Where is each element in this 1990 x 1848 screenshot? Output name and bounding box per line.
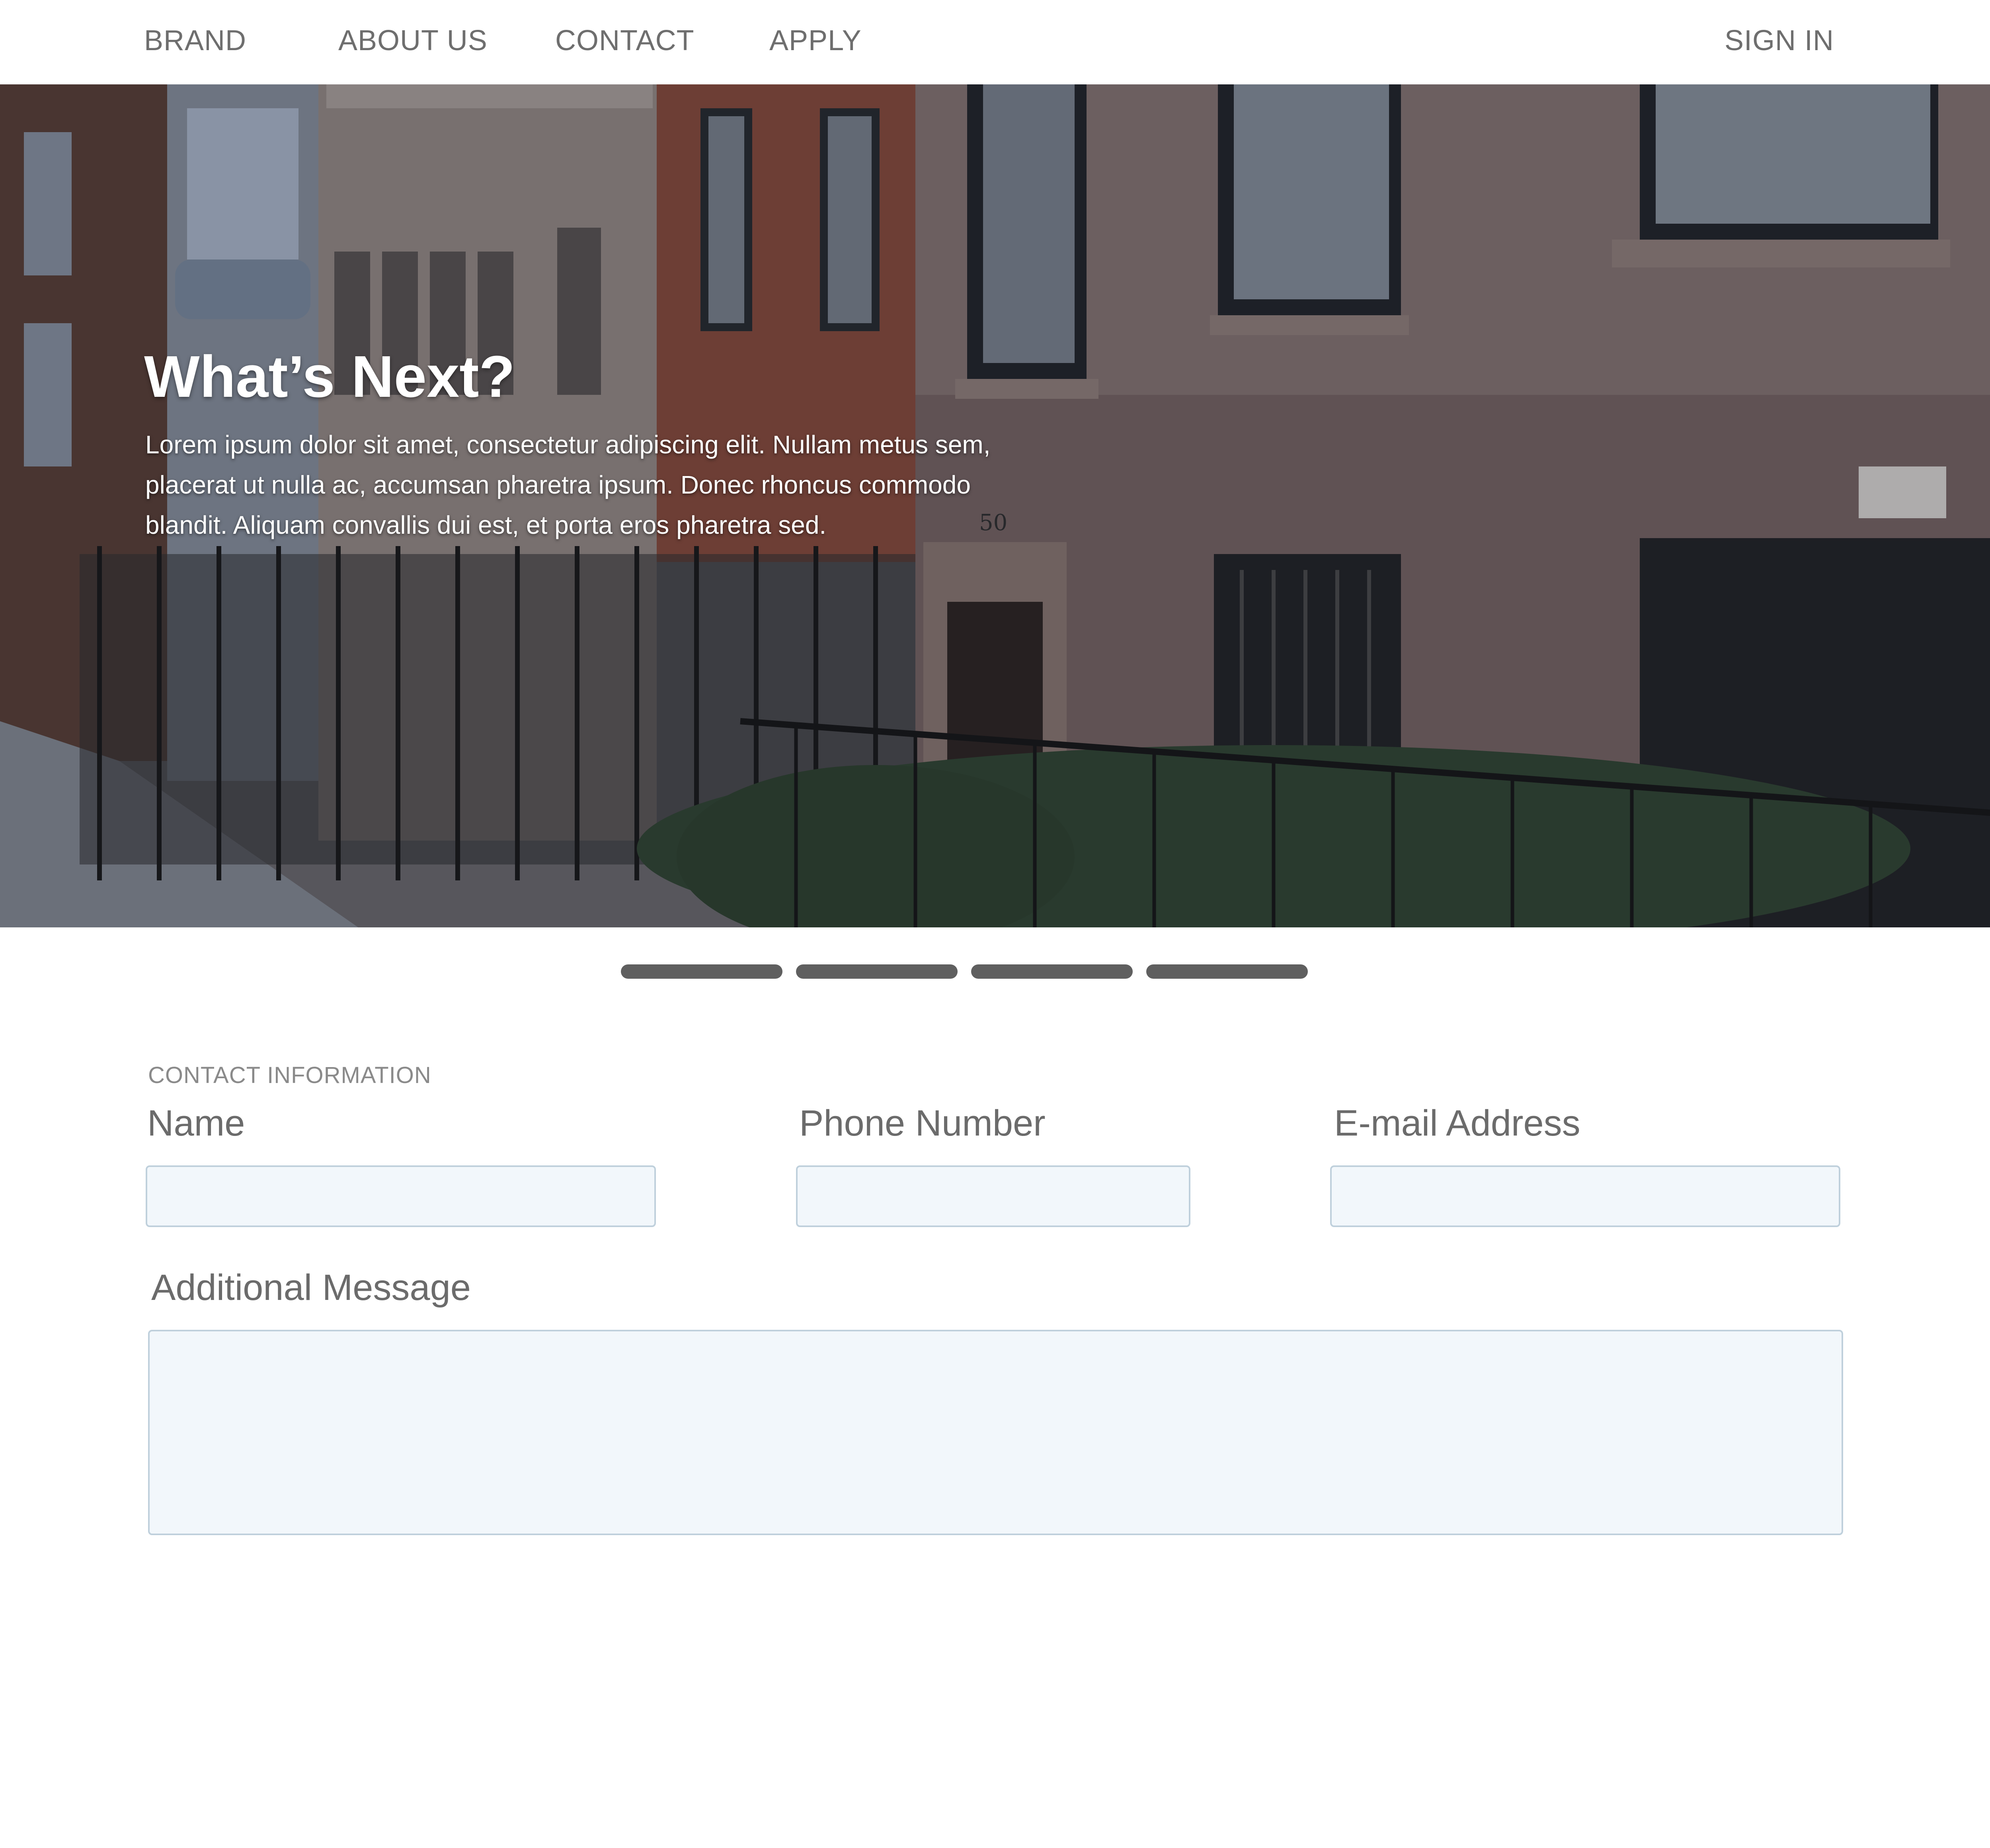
hero-banner: 50 What’s Next? Lorem ipsum dolor sit am… bbox=[0, 84, 1990, 927]
hero-title: What’s Next? bbox=[144, 344, 515, 410]
carousel-indicator-2[interactable] bbox=[796, 964, 958, 979]
name-label: Name bbox=[147, 1103, 245, 1144]
brand-link[interactable]: BRAND bbox=[144, 21, 246, 60]
carousel-indicator-3[interactable] bbox=[971, 964, 1133, 979]
phone-number-label: Phone Number bbox=[799, 1103, 1046, 1144]
sign-in-link[interactable]: SIGN IN bbox=[1725, 21, 1834, 60]
email-address-label: E-mail Address bbox=[1334, 1103, 1580, 1144]
carousel-indicator-4[interactable] bbox=[1146, 964, 1308, 979]
section-heading: CONTACT INFORMATION bbox=[148, 1062, 431, 1088]
carousel-indicator-1[interactable] bbox=[621, 964, 782, 979]
nav-about-us-link[interactable]: ABOUT US bbox=[338, 21, 488, 60]
nav-contact-link[interactable]: CONTACT bbox=[555, 21, 695, 60]
nav-apply-link[interactable]: APPLY bbox=[769, 21, 862, 60]
top-navigation: BRAND ABOUT US CONTACT APPLY SIGN IN bbox=[0, 0, 1990, 84]
additional-message-textarea[interactable] bbox=[148, 1330, 1843, 1535]
name-input[interactable] bbox=[146, 1165, 656, 1227]
email-address-input[interactable] bbox=[1330, 1165, 1840, 1227]
phone-number-input[interactable] bbox=[796, 1165, 1190, 1227]
hero-description: Lorem ipsum dolor sit amet, consectetur … bbox=[145, 430, 991, 539]
additional-message-label: Additional Message bbox=[151, 1267, 471, 1308]
